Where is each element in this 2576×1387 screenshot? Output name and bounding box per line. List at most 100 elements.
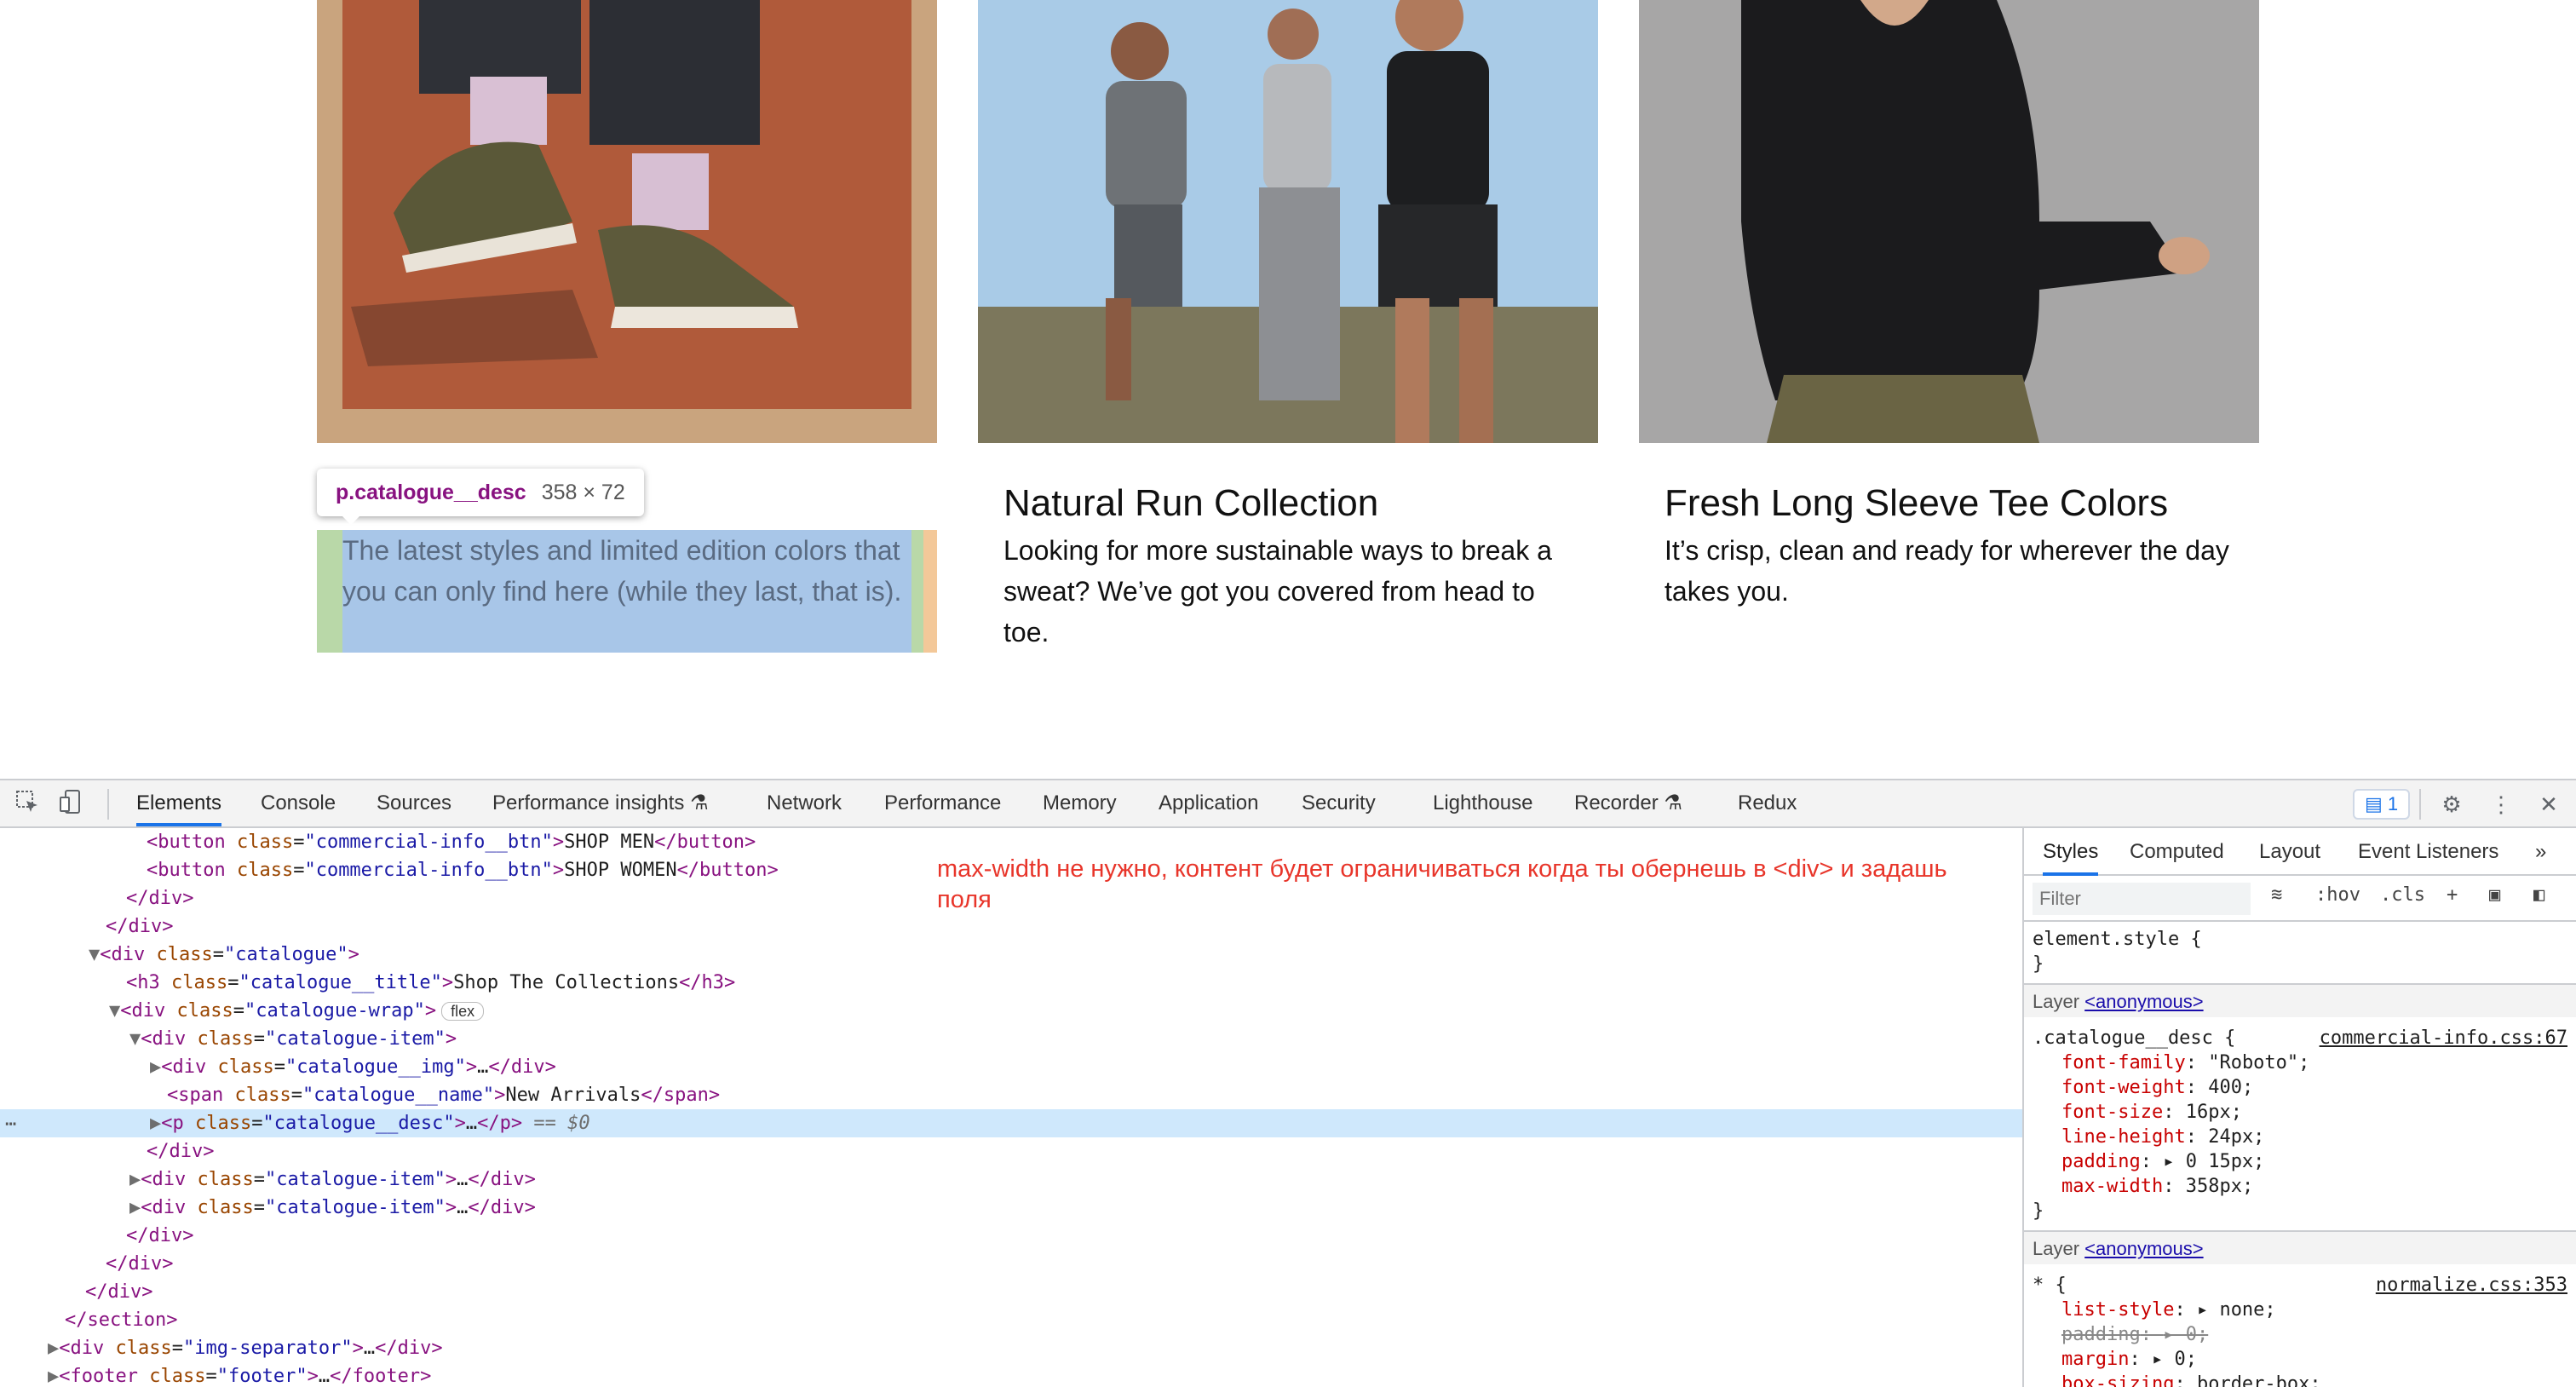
css-prop: max-width: [2061, 1176, 2164, 1197]
tab-styles[interactable]: Styles: [2043, 828, 2099, 876]
tab-event-listeners[interactable]: Event Listeners: [2358, 828, 2498, 876]
tab-security[interactable]: Security: [1302, 780, 1376, 826]
flex-badge[interactable]: flex: [441, 1002, 485, 1021]
shoes-photo: [317, 0, 937, 443]
styles-filter-row: ≋ :hov .cls + ▣ ◧: [2024, 876, 2576, 922]
css-declaration[interactable]: font-size: 16px;: [2061, 1100, 2242, 1125]
longsleeve-photo: [1639, 0, 2259, 443]
css-declaration[interactable]: padding: ▸ 0 15px;: [2061, 1149, 2264, 1174]
tab-label: Performance insights: [492, 791, 685, 814]
tab-lighthouse[interactable]: Lighthouse: [1433, 780, 1532, 826]
device-toolbar-icon[interactable]: [56, 789, 87, 820]
more-options-icon[interactable]: ⋮: [2486, 789, 2516, 820]
dom-node[interactable]: ▶<div class="catalogue-item">…</div>: [129, 1165, 2022, 1194]
css-value: 16px;: [2185, 1102, 2242, 1123]
dom-node[interactable]: </div>: [106, 1250, 2022, 1278]
more-tabs-icon[interactable]: »: [2535, 828, 2546, 876]
rule-selector[interactable]: .catalogue__desc {: [2033, 1026, 2235, 1050]
catalogue-item[interactable]: Natural Run Collection Looking for more …: [978, 0, 1598, 647]
css-declaration[interactable]: margin: ▸ 0;: [2061, 1347, 2197, 1372]
layer-link[interactable]: <anonymous>: [2084, 1238, 2203, 1259]
dom-node[interactable]: <h3 class="catalogue__title">Shop The Co…: [126, 969, 2022, 997]
css-declaration[interactable]: font-family: "Roboto";: [2061, 1050, 2309, 1075]
new-rule-icon[interactable]: +: [2447, 884, 2458, 906]
runners-photo: [978, 0, 1598, 443]
dom-node[interactable]: ▼<div class="catalogue-wrap"> flex: [109, 997, 2022, 1025]
rule-source-link[interactable]: commercial-info.css:67: [2320, 1026, 2567, 1050]
tab-elements[interactable]: Elements: [136, 780, 222, 826]
styles-panel: Styles Computed Layout Event Listeners »…: [2022, 828, 2576, 1387]
inspect-element-icon[interactable]: [12, 789, 43, 820]
tab-performance-insights[interactable]: Performance insights ⚗: [492, 780, 709, 826]
styles-filter-input[interactable]: [2033, 883, 2251, 915]
rule-selector[interactable]: * {: [2033, 1273, 2067, 1298]
review-comment: max-width не нужно, контент будет ограни…: [937, 855, 1947, 913]
css-value: 24px;: [2208, 1126, 2265, 1148]
issues-badge[interactable]: ▤ 1: [2353, 789, 2411, 820]
css-declaration[interactable]: list-style: ▸ none;: [2061, 1298, 2276, 1322]
tab-performance[interactable]: Performance: [884, 780, 1001, 826]
tab-recorder[interactable]: Recorder ⚗: [1574, 780, 1682, 826]
layer-header: Layer <anonymous>: [2024, 983, 2576, 1017]
css-value: ▸ none;: [2196, 1299, 2276, 1321]
catalogue-image-shoes[interactable]: [317, 0, 937, 443]
styles-tabs: Styles Computed Layout Event Listeners »: [2024, 828, 2576, 876]
element-style-rule[interactable]: element.style {: [2033, 927, 2202, 952]
dom-node[interactable]: </section>: [65, 1306, 2022, 1334]
dom-node[interactable]: </div>: [147, 1137, 2022, 1165]
tab-redux[interactable]: Redux: [1738, 780, 1797, 826]
dom-node[interactable]: ▶<div class="catalogue-item">…</div>: [129, 1194, 2022, 1222]
css-prop: box-sizing: [2061, 1373, 2175, 1387]
style-rules: element.style { } Layer <anonymous> .cat…: [2024, 922, 2576, 1387]
devtools-panel: Elements Console Sources Performance ins…: [0, 779, 2576, 1387]
close-icon[interactable]: ✕: [2533, 789, 2564, 820]
selected-marker: == $0: [533, 1113, 590, 1134]
tooltip-arrow: [341, 515, 361, 525]
css-declaration[interactable]: line-height: 24px;: [2061, 1125, 2264, 1149]
layer-label: Layer: [2033, 991, 2080, 1012]
catalogue-item-desc: It’s crisp, clean and ready for wherever…: [1665, 535, 2229, 607]
catalogue-item[interactable]: Fresh Long Sleeve Tee Colors It’s crisp,…: [1639, 0, 2259, 607]
toolbar-divider: [2419, 789, 2421, 820]
catalogue-item-name: Fresh Long Sleeve Tee Colors: [1665, 482, 2169, 524]
node-actions-icon[interactable]: ⋯: [5, 1114, 16, 1135]
dom-node[interactable]: ▶<div class="catalogue__img">…</div>: [150, 1053, 2022, 1081]
tab-application[interactable]: Application: [1159, 780, 1258, 826]
dom-node[interactable]: </div>: [85, 1278, 2022, 1306]
rule-source-link[interactable]: normalize.css:353: [2376, 1273, 2567, 1298]
catalogue-item[interactable]: New Arrivals The latest styles and limit…: [317, 0, 937, 653]
hov-toggle[interactable]: :hov: [2315, 884, 2360, 906]
tab-console[interactable]: Console: [261, 780, 336, 826]
gear-icon[interactable]: ⚙: [2436, 789, 2467, 820]
tab-network[interactable]: Network: [767, 780, 842, 826]
dom-node[interactable]: </div>: [126, 1222, 2022, 1250]
toolbar-divider: [107, 789, 109, 820]
layer-link[interactable]: <anonymous>: [2084, 991, 2203, 1012]
paint-icon[interactable]: ▣: [2489, 884, 2500, 906]
experiment-flask-icon: ⚗: [690, 791, 709, 814]
dom-node[interactable]: ▶<footer class="footer">…</footer>: [48, 1362, 2022, 1387]
dom-node[interactable]: ▶<div class="img-separator">…</div>: [48, 1334, 2022, 1362]
color-format-icon[interactable]: ≋: [2271, 884, 2282, 906]
inspector-tooltip: p.catalogue__desc 358 × 72: [317, 469, 644, 516]
tab-memory[interactable]: Memory: [1043, 780, 1117, 826]
catalogue-image-longsleeve[interactable]: [1639, 0, 2259, 443]
css-declaration-overridden[interactable]: padding: ▸ 0;: [2061, 1322, 2208, 1347]
dom-node[interactable]: ▼<div class="catalogue-item">: [129, 1025, 2022, 1053]
dom-node[interactable]: <span class="catalogue__name">New Arriva…: [167, 1081, 2022, 1109]
css-declaration[interactable]: max-width: 358px;: [2061, 1174, 2253, 1199]
cls-toggle[interactable]: .cls: [2380, 884, 2425, 906]
css-declaration[interactable]: box-sizing: border-box;: [2061, 1372, 2321, 1387]
catalogue-item-desc: Looking for more sustainable ways to bre…: [1003, 535, 1552, 647]
tab-computed[interactable]: Computed: [2130, 828, 2224, 876]
tab-sources[interactable]: Sources: [377, 780, 451, 826]
catalogue-image-runners[interactable]: [978, 0, 1598, 443]
sidebar-toggle-icon[interactable]: ◧: [2533, 884, 2544, 906]
dom-node[interactable]: <button class="commercial-info__btn">SHO…: [147, 828, 2022, 856]
dom-node[interactable]: ▼<div class="catalogue">: [89, 941, 2022, 969]
css-declaration[interactable]: font-weight: 400;: [2061, 1075, 2253, 1100]
tab-layout[interactable]: Layout: [2259, 828, 2320, 876]
dom-node[interactable]: </div>: [106, 912, 2022, 941]
rule-close: }: [2033, 953, 2044, 975]
dom-node-selected[interactable]: ▶<p class="catalogue__desc">…</p> == $0: [0, 1109, 2022, 1137]
